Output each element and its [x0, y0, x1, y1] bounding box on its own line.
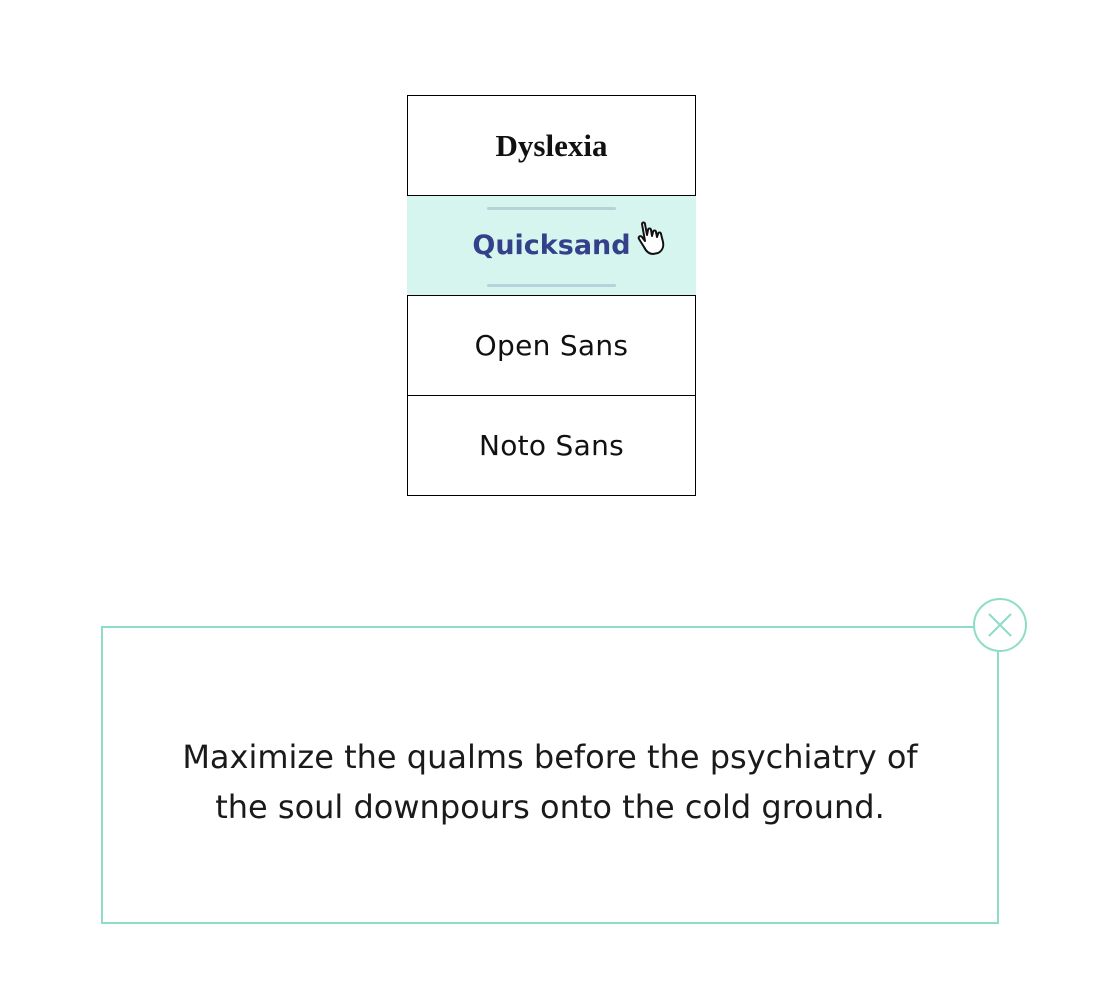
- font-option-noto-sans[interactable]: Noto Sans: [407, 395, 696, 496]
- font-selector-list: Dyslexia Quicksand Open Sans Noto Sans: [407, 95, 696, 496]
- font-option-dyslexia[interactable]: Dyslexia: [407, 95, 696, 196]
- close-icon: [988, 613, 1012, 637]
- font-option-label: Dyslexia: [495, 127, 608, 163]
- hand-pointer-icon: [637, 221, 665, 255]
- preview-text-box: Maximize the qualms before the psychiatr…: [101, 626, 999, 924]
- selection-line-top: [487, 207, 616, 210]
- font-option-label: Noto Sans: [478, 429, 625, 462]
- preview-text: Maximize the qualms before the psychiatr…: [182, 738, 918, 826]
- font-option-label: Quicksand: [472, 230, 631, 261]
- font-option-quicksand[interactable]: Quicksand: [407, 195, 696, 296]
- selection-line-bottom: [487, 284, 616, 287]
- close-button[interactable]: [973, 598, 1027, 652]
- font-option-open-sans[interactable]: Open Sans: [407, 295, 696, 396]
- font-option-label: Open Sans: [474, 329, 629, 362]
